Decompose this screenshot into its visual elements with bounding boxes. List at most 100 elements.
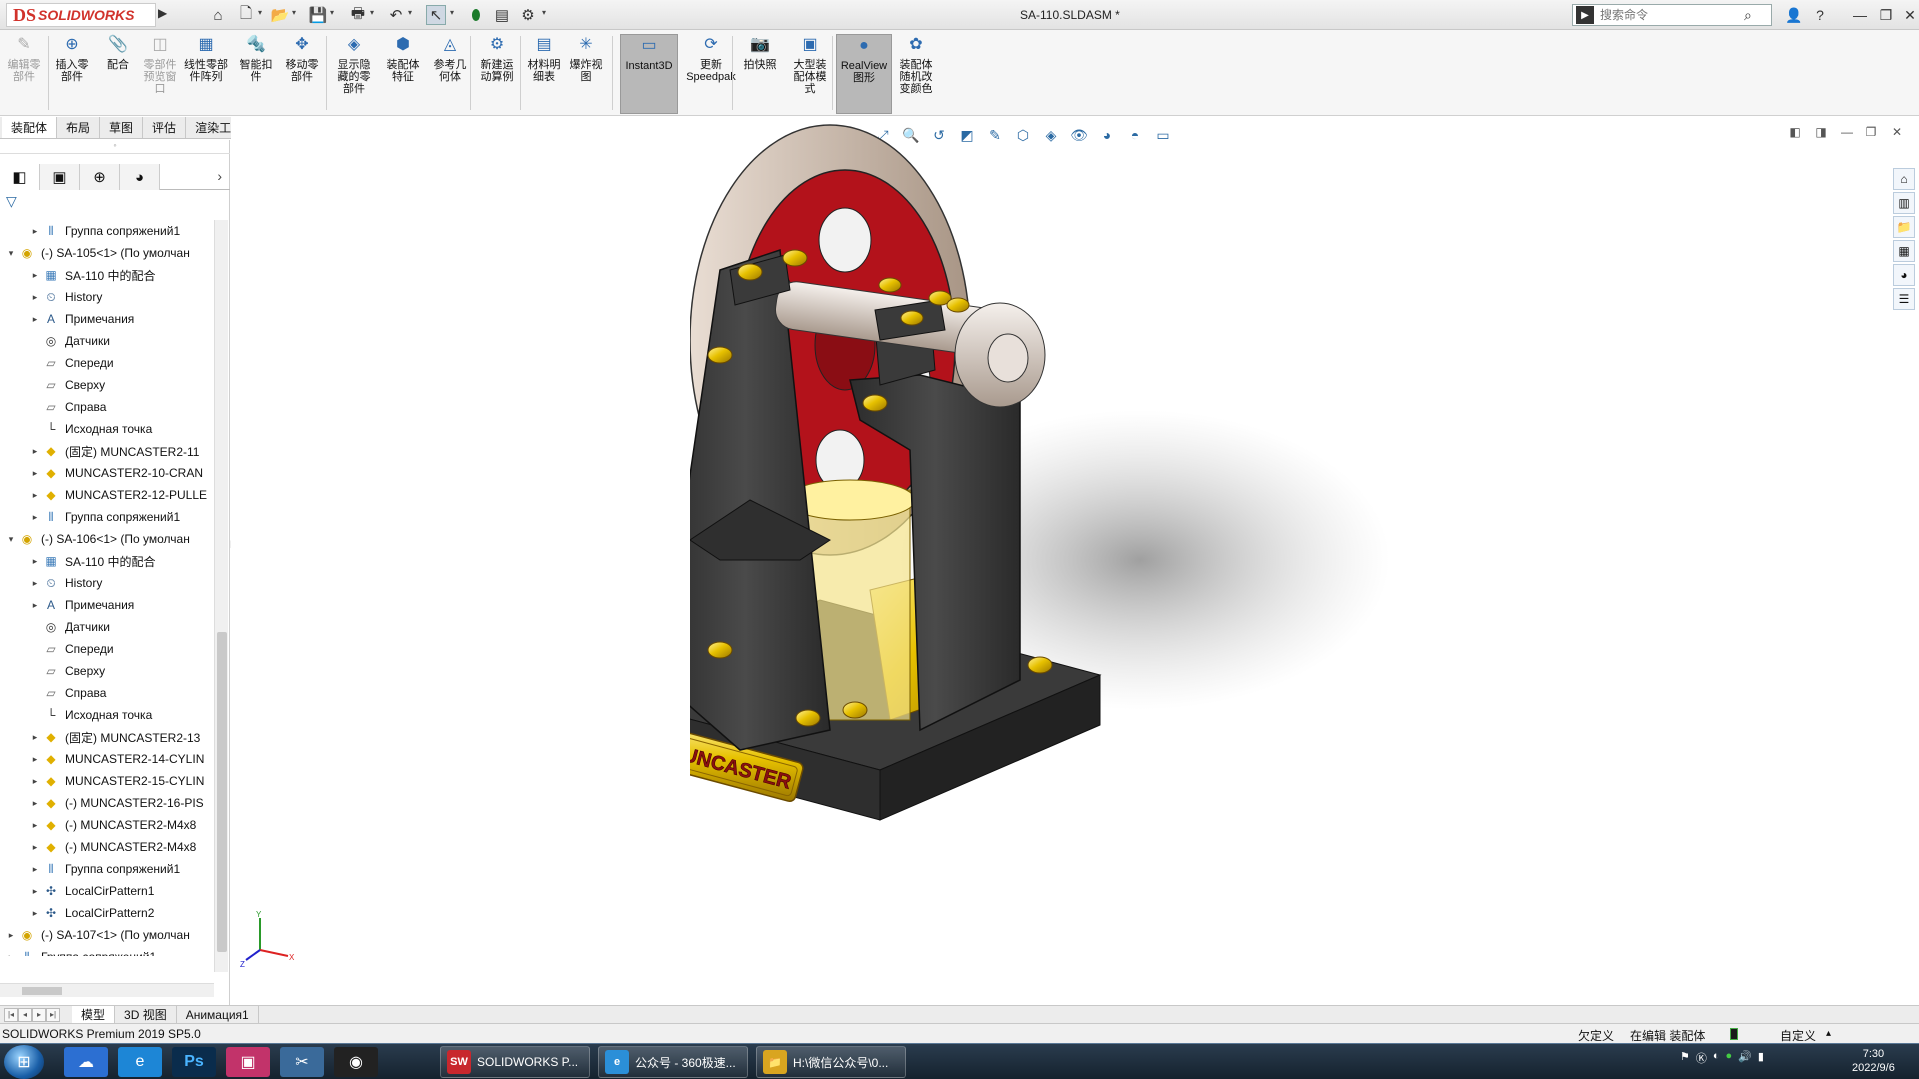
units-up-arrow-icon[interactable]: ▴ [1826, 1028, 1831, 1039]
open-document-icon[interactable]: 📂 [270, 5, 290, 25]
ribbon-button-5[interactable]: 🔩 智能扣 件 [236, 34, 276, 114]
minimize-icon[interactable]: — [1846, 4, 1874, 26]
expand-arrow-icon[interactable]: ▸ [28, 314, 42, 325]
volume-icon[interactable]: 🔊 [1738, 1050, 1752, 1066]
tree-item[interactable]: ▸ ◆ (固定) MUNCASTER2-11 [28, 440, 200, 462]
print-icon[interactable]: 🖶 [348, 5, 368, 25]
tree-item[interactable]: ▸ ▦ SA-110 中的配合 [28, 550, 156, 572]
tree-item[interactable]: ▸ ◆ (-) MUNCASTER2-16-PIS [28, 792, 204, 814]
tree-item[interactable]: ▸ ◆ MUNCASTER2-15-CYLIN [28, 770, 205, 792]
expand-arrow-icon[interactable]: ▾ [4, 534, 18, 545]
file-explorer-icon[interactable]: 📁 [1893, 216, 1915, 238]
tree-item[interactable]: ▸ A Примечания [28, 308, 135, 330]
tree-item[interactable]: ▸ ⦀ Группа сопряжений1 [28, 858, 180, 880]
open-dropdown-icon[interactable]: ▾ [292, 8, 300, 20]
file-properties-icon[interactable]: ▤ [492, 5, 512, 25]
command-tab-0[interactable]: 装配体 [2, 117, 58, 138]
configuration-manager-tab-icon[interactable]: ⊕ [80, 164, 120, 190]
last-tab-icon[interactable]: ▸| [46, 1007, 60, 1022]
edge-browser-icon[interactable]: e [118, 1047, 162, 1077]
ribbon-button-15[interactable]: 📷 拍快照 [740, 34, 780, 114]
close-icon[interactable]: ✕ [1896, 4, 1919, 26]
prev-tab-icon[interactable]: ◂ [18, 1007, 32, 1022]
model-tab-1[interactable]: 3D 视图 [115, 1006, 177, 1023]
custom-properties-icon[interactable]: ☰ [1893, 288, 1915, 310]
tree-item[interactable]: ▱ Спереди [28, 638, 113, 660]
search-icon[interactable]: ⌕ [1744, 7, 1752, 24]
save-dropdown-icon[interactable]: ▾ [330, 8, 338, 20]
ribbon-button-10[interactable]: ⚙ 新建运 动算例 [474, 34, 520, 114]
panel-collapse-handle[interactable]: ◦ [0, 140, 230, 154]
ribbon-button-7[interactable]: ◈ 显示隐 藏的零 部件 [330, 34, 378, 114]
tray-k-icon[interactable]: Ⓚ [1696, 1050, 1707, 1066]
viewport-minimize-icon[interactable]: — [1836, 122, 1858, 142]
expand-arrow-icon[interactable]: ▸ [28, 820, 42, 831]
filter-icon[interactable]: ▽ [6, 193, 17, 210]
tree-item[interactable]: ▸ ◆ (-) MUNCASTER2-M4x8 [28, 836, 197, 858]
tray-green-icon[interactable]: ● [1726, 1050, 1733, 1066]
tree-item[interactable]: ▱ Сверху [28, 660, 105, 682]
scrollbar-thumb[interactable] [22, 987, 62, 995]
expand-arrow-icon[interactable]: ▸ [28, 732, 42, 743]
ribbon-button-16[interactable]: ▣ 大型装 配体模 式 [786, 34, 834, 114]
tree-item[interactable]: ▱ Спереди [28, 352, 113, 374]
tree-item[interactable]: ▱ Справа [28, 396, 106, 418]
solidworks-logo[interactable]: DS SOLIDWORKS [6, 3, 156, 27]
expand-arrow-icon[interactable]: ▾ [4, 248, 18, 259]
expand-arrow-icon[interactable]: ▸ [28, 578, 42, 589]
tree-item[interactable]: ▸ ✣ LocalCirPattern1 [28, 880, 155, 902]
expand-arrow-icon[interactable]: ▸ [28, 754, 42, 765]
expand-arrow-icon[interactable]: ▸ [28, 776, 42, 787]
start-button[interactable]: ⊞ [4, 1045, 44, 1079]
tree-item[interactable]: ▱ Сверху [28, 374, 105, 396]
undo-icon[interactable]: ↶ [386, 5, 406, 25]
next-tab-icon[interactable]: ▸ [32, 1007, 46, 1022]
viewport-restore-icon[interactable]: ❐ [1860, 122, 1882, 142]
search-input[interactable] [1600, 8, 1740, 22]
ribbon-button-2[interactable]: 📎 配合 [100, 34, 136, 114]
ribbon-button-13[interactable]: ▭ Instant3D [620, 34, 678, 114]
expand-arrow-icon[interactable]: ▸ [28, 468, 42, 479]
home-icon[interactable]: ⌂ [208, 5, 228, 25]
tree-item[interactable]: ▸ ⦀ Группа сопряжений1 [28, 506, 180, 528]
user-icon[interactable]: 👤 [1780, 4, 1808, 26]
new-dropdown-icon[interactable]: ▾ [258, 8, 266, 20]
options-gear-icon[interactable]: ⚙ [518, 5, 538, 25]
snipping-tool-icon[interactable]: ✂ [280, 1047, 324, 1077]
tree-item[interactable]: ▸ ⦀ Группа сопряжений1 [28, 220, 180, 242]
tree-vertical-scrollbar[interactable] [214, 220, 228, 972]
taskbar-task-0[interactable]: SW SOLIDWORKS P... [440, 1046, 590, 1078]
model-tab-2[interactable]: Анимация1 [177, 1006, 259, 1023]
tree-item[interactable]: ▸ ⏲ History [28, 572, 103, 594]
select-dropdown-icon[interactable]: ▾ [450, 8, 458, 20]
tree-item[interactable]: ◎ Датчики [28, 616, 110, 638]
tree-item[interactable]: ▸ A Примечания [28, 594, 135, 616]
tray-app-icon[interactable]: ◐ [1713, 1050, 1720, 1066]
appearances-icon[interactable]: ◕ [1893, 264, 1915, 286]
ribbon-button-14[interactable]: ⟳ 更新 Speedpak [684, 34, 738, 114]
expand-arrow-icon[interactable]: ▸ [28, 512, 42, 523]
expand-arrow-icon[interactable]: ▸ [28, 798, 42, 809]
select-icon[interactable]: ↖ [426, 5, 446, 25]
tree-item[interactable]: ▸ ◆ MUNCASTER2-12-PULLE [28, 484, 207, 506]
ribbon-button-9[interactable]: ◬ 参考几 何体 [428, 34, 472, 114]
taskbar-task-2[interactable]: 📁 H:\微信公众号\0... [756, 1046, 906, 1078]
tree-item[interactable]: ▸ ◆ (固定) MUNCASTER2-13 [28, 726, 201, 748]
expand-arrow-icon[interactable]: ▸ [28, 600, 42, 611]
scrollbar-thumb[interactable] [217, 632, 227, 952]
expand-arrow-icon[interactable]: ▸ [28, 886, 42, 897]
tray-flag-icon[interactable]: ⚑ [1680, 1050, 1690, 1066]
ribbon-button-4[interactable]: ▦ 线性零部 件阵列 [180, 34, 232, 114]
first-tab-icon[interactable]: |◂ [4, 1007, 18, 1022]
taskbar-task-1[interactable]: e 公众号 - 360极速... [598, 1046, 748, 1078]
property-manager-tab-icon[interactable]: ▣ [40, 164, 80, 190]
ribbon-button-11[interactable]: ▤ 材料明 细表 [524, 34, 564, 114]
expand-arrow-icon[interactable]: ▸ [28, 226, 42, 237]
tree-item[interactable]: ▸ ◆ MUNCASTER2-14-CYLIN [28, 748, 205, 770]
rebuild-icon[interactable]: ⬮ [466, 5, 486, 25]
viewport-tile-left-icon[interactable]: ◧ [1784, 122, 1806, 142]
tree-item[interactable]: ▾ ◉ (-) SA-105<1> (По умолчан [4, 242, 190, 264]
tree-horizontal-scrollbar[interactable] [0, 983, 214, 997]
ribbon-button-8[interactable]: ⬢ 装配体 特征 [380, 34, 426, 114]
tree-item[interactable]: ▸ ▦ SA-110 中的配合 [28, 264, 156, 286]
